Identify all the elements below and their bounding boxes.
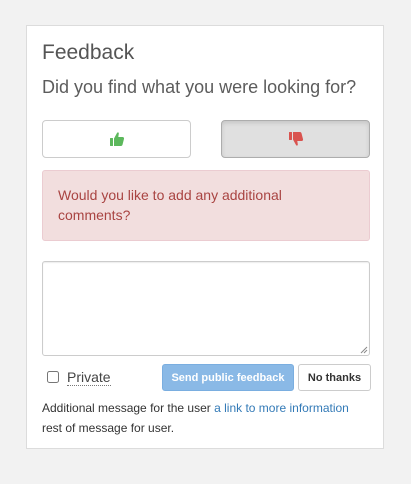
feedback-title: Feedback [42,41,135,64]
no-thanks-button[interactable]: No thanks [298,364,371,391]
comment-textarea[interactable] [42,261,370,356]
message-suffix: rest of message for user. [42,421,175,435]
user-message: Additional message for the user a link t… [42,398,372,438]
thumbs-down-button[interactable] [221,120,370,158]
thumbs-up-button[interactable] [42,120,191,158]
message-prefix: Additional message for the user [42,401,215,415]
feedback-question: Did you find what you were looking for? [42,77,357,97]
private-option[interactable]: Private [47,368,111,386]
private-checkbox[interactable] [47,371,59,383]
feedback-panel: Feedback Did you find what you were look… [26,25,384,449]
thumbs-up-icon [109,131,125,147]
more-information-link[interactable]: a link to more information [214,401,349,415]
resize-handle-icon[interactable] [360,346,368,354]
thumbs-down-icon [288,131,304,147]
comments-alert: Would you like to add any additional com… [42,170,370,241]
send-public-feedback-button[interactable]: Send public feedback [162,364,294,391]
private-label: Private [67,368,111,386]
